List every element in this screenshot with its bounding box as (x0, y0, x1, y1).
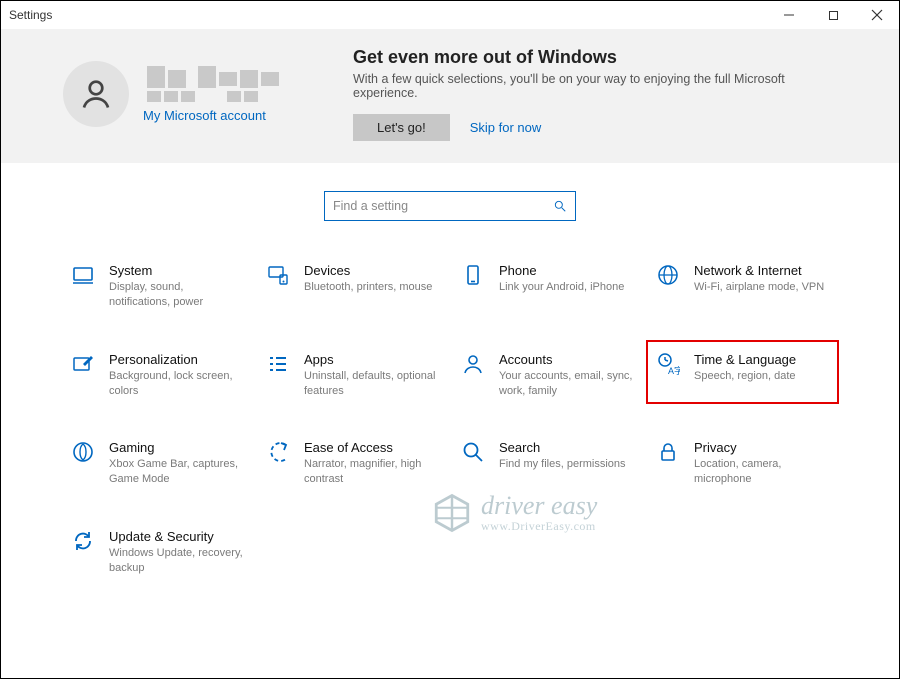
tile-subtitle: Location, camera, microphone (694, 457, 831, 487)
tile-privacy[interactable]: Privacy Location, camera, microphone (648, 434, 839, 493)
tile-phone[interactable]: Phone Link your Android, iPhone (453, 257, 644, 316)
tile-ease-of-access[interactable]: Ease of Access Narrator, magnifier, high… (258, 434, 449, 493)
tile-title: Personalization (109, 352, 246, 367)
tile-title: Search (499, 440, 626, 455)
tile-subtitle: Speech, region, date (694, 369, 796, 384)
maximize-button[interactable] (811, 1, 855, 29)
tile-title: Time & Language (694, 352, 796, 367)
my-microsoft-account-link[interactable]: My Microsoft account (143, 108, 279, 123)
promo-subtitle: With a few quick selections, you'll be o… (353, 72, 813, 100)
tile-search[interactable]: Search Find my files, permissions (453, 434, 644, 493)
search-tile-icon (461, 440, 485, 464)
promo-panel: Get even more out of Windows With a few … (353, 47, 813, 141)
tile-title: Update & Security (109, 529, 246, 544)
skip-for-now-link[interactable]: Skip for now (470, 120, 542, 135)
update-icon (71, 529, 95, 553)
phone-icon (461, 263, 485, 287)
ease-of-access-icon (266, 440, 290, 464)
lets-go-button[interactable]: Let's go! (353, 114, 450, 141)
close-button[interactable] (855, 1, 899, 29)
globe-icon (656, 263, 680, 287)
tile-title: Network & Internet (694, 263, 824, 278)
user-name-block: My Microsoft account (143, 66, 279, 123)
window-title: Settings (9, 8, 52, 22)
tile-title: Gaming (109, 440, 246, 455)
tile-title: Ease of Access (304, 440, 441, 455)
tile-subtitle: Background, lock screen, colors (109, 369, 246, 399)
hero-banner: My Microsoft account Get even more out o… (1, 29, 899, 163)
settings-grid: System Display, sound, notifications, po… (1, 221, 899, 602)
tile-title: System (109, 263, 246, 278)
system-icon (71, 263, 95, 287)
pixelated-name (147, 66, 279, 102)
lock-icon (656, 440, 680, 464)
tile-subtitle: Find my files, permissions (499, 457, 626, 472)
svg-text:A字: A字 (668, 365, 680, 376)
user-avatar (63, 61, 129, 127)
tile-network[interactable]: Network & Internet Wi-Fi, airplane mode,… (648, 257, 839, 316)
tile-title: Phone (499, 263, 624, 278)
time-language-icon: A字 (656, 352, 680, 376)
accounts-icon (461, 352, 485, 376)
tile-accounts[interactable]: Accounts Your accounts, email, sync, wor… (453, 346, 644, 405)
personalization-icon (71, 352, 95, 376)
tile-subtitle: Xbox Game Bar, captures, Game Mode (109, 457, 246, 487)
tile-subtitle: Narrator, magnifier, high contrast (304, 457, 441, 487)
titlebar: Settings (1, 1, 899, 29)
tile-title: Privacy (694, 440, 831, 455)
tile-update-security[interactable]: Update & Security Windows Update, recove… (63, 523, 254, 582)
search-placeholder: Find a setting (333, 199, 408, 213)
tile-gaming[interactable]: Gaming Xbox Game Bar, captures, Game Mod… (63, 434, 254, 493)
gaming-icon (71, 440, 95, 464)
tile-subtitle: Wi-Fi, airplane mode, VPN (694, 280, 824, 295)
search-icon (553, 199, 567, 213)
tile-devices[interactable]: Devices Bluetooth, printers, mouse (258, 257, 449, 316)
tile-subtitle: Your accounts, email, sync, work, family (499, 369, 636, 399)
tile-title: Accounts (499, 352, 636, 367)
tile-title: Apps (304, 352, 441, 367)
tile-apps[interactable]: Apps Uninstall, defaults, optional featu… (258, 346, 449, 405)
tile-system[interactable]: System Display, sound, notifications, po… (63, 257, 254, 316)
minimize-button[interactable] (767, 1, 811, 29)
search-input[interactable]: Find a setting (324, 191, 576, 221)
tile-title: Devices (304, 263, 432, 278)
tile-subtitle: Link your Android, iPhone (499, 280, 624, 295)
person-icon (78, 76, 114, 112)
apps-icon (266, 352, 290, 376)
tile-subtitle: Uninstall, defaults, optional features (304, 369, 441, 399)
tile-subtitle: Windows Update, recovery, backup (109, 546, 246, 576)
promo-title: Get even more out of Windows (353, 47, 813, 68)
tile-personalization[interactable]: Personalization Background, lock screen,… (63, 346, 254, 405)
tile-subtitle: Display, sound, notifications, power (109, 280, 246, 310)
window-controls (767, 1, 899, 29)
tile-subtitle: Bluetooth, printers, mouse (304, 280, 432, 295)
devices-icon (266, 263, 290, 287)
tile-time-language[interactable]: A字 Time & Language Speech, region, date (646, 340, 839, 405)
